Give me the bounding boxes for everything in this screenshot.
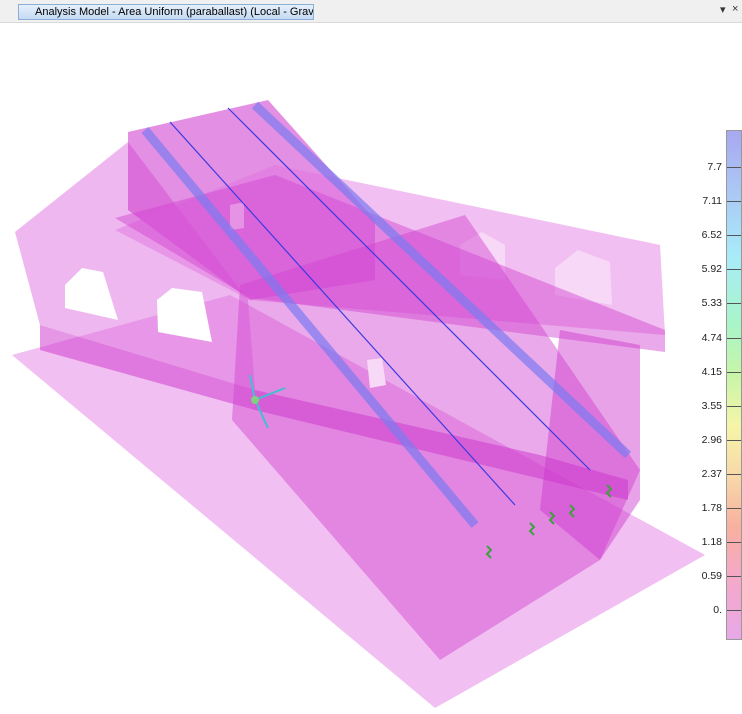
legend-value: 5.92: [701, 263, 722, 276]
3d-model-view[interactable]: [0, 23, 742, 709]
legend-value: 4.74: [701, 331, 722, 344]
legend-tick: [727, 610, 741, 612]
legend-value: 2.37: [701, 467, 722, 480]
legend-value: 0.59: [701, 570, 722, 583]
legend-tick: [727, 439, 741, 441]
legend-value: 1.78: [701, 502, 722, 514]
legend-tick: [727, 269, 741, 271]
dropdown-icon[interactable]: ▾: [720, 3, 726, 16]
legend-tick: [727, 371, 741, 373]
legend-value: 7.7: [707, 161, 722, 173]
legend-tick: [727, 576, 741, 578]
window-titlebar: Analysis Model - Area Uniform (paraballa…: [0, 0, 742, 23]
legend-value: 5.33: [701, 297, 722, 310]
legend-tick: [727, 405, 741, 407]
legend-tick: [727, 508, 741, 509]
legend-tick: [727, 542, 741, 544]
legend-tick: [727, 167, 741, 168]
legend-tick: [727, 473, 741, 475]
legend-tick: [727, 201, 741, 203]
legend-value: 2.96: [701, 433, 722, 446]
tab-title: Analysis Model - Area Uniform (paraballa…: [35, 6, 314, 18]
legend-tick: [727, 303, 741, 305]
legend-tick: [727, 235, 741, 237]
legend-value: 6.52: [701, 229, 722, 242]
close-icon[interactable]: ×: [732, 3, 738, 15]
legend-value: 0.: [713, 604, 722, 617]
model-viewport[interactable]: [0, 23, 742, 709]
legend-value: 4.15: [701, 365, 722, 378]
color-legend-bar: [726, 130, 742, 640]
legend-tick: [727, 337, 741, 339]
tab-analysis-model[interactable]: Analysis Model - Area Uniform (paraballa…: [18, 4, 314, 20]
legend-value: 3.55: [701, 399, 722, 412]
legend-value: 7.11: [702, 195, 722, 208]
legend-value: 1.18: [701, 536, 722, 549]
